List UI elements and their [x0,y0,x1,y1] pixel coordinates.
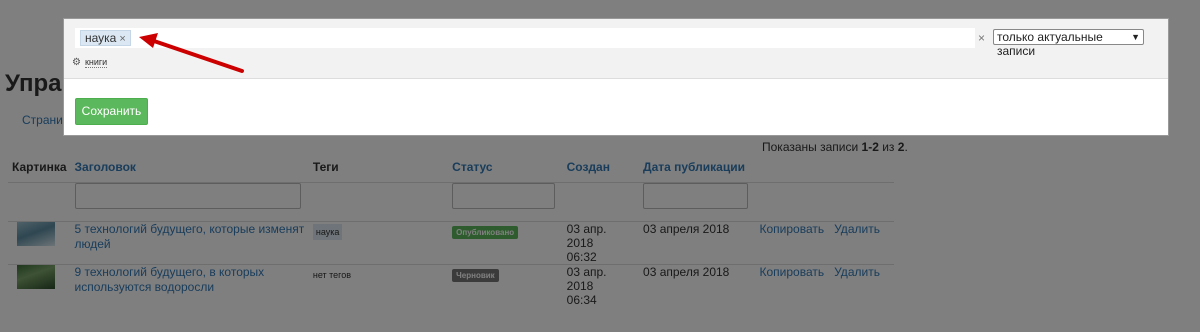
annotation-arrow [139,33,244,73]
